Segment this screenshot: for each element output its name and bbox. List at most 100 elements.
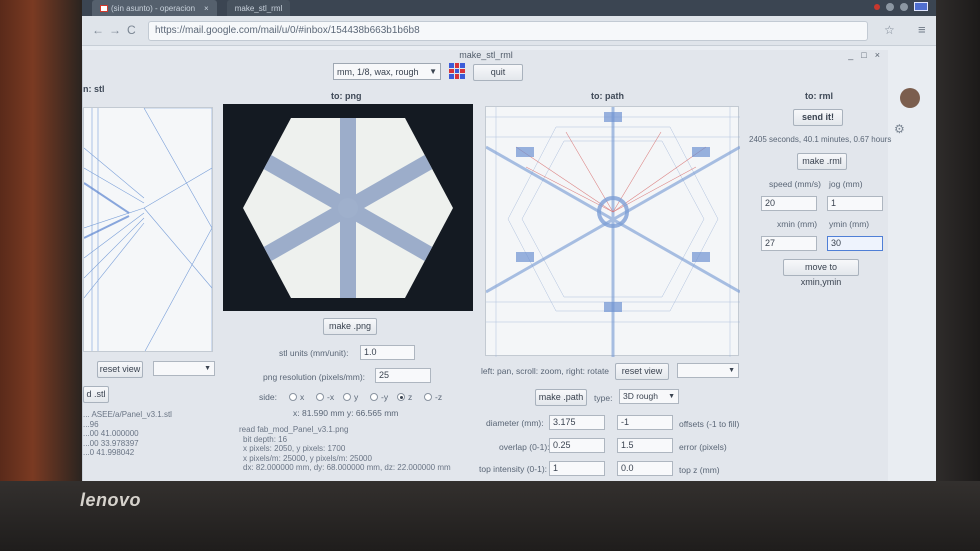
tab-label: (sin asunto) - operacion (111, 3, 196, 13)
browser-tab-app[interactable]: make_stl_rml (226, 0, 291, 16)
app-window: make_stl_rml _ □ × mm, 1/8, wax, rough ▼… (82, 50, 892, 483)
make-png-button[interactable]: make .png (323, 318, 377, 335)
side-radio-label: y (354, 392, 359, 402)
url-input[interactable]: https://mail.google.com/mail/u/0/#inbox/… (148, 21, 868, 41)
xmin-input[interactable]: 27 (761, 236, 817, 251)
tab-label: make_stl_rml (234, 3, 283, 13)
side-radio-label: -x (327, 392, 335, 402)
rml-heading: to: rml (805, 91, 833, 101)
tab-close-icon[interactable]: × (204, 4, 209, 13)
system-tray (874, 2, 928, 11)
maximize-icon[interactable]: □ (861, 50, 866, 60)
stl-view-select[interactable]: ▼ (153, 361, 215, 376)
side-radio-x[interactable] (289, 393, 297, 401)
top-intensity-label: top intensity (0-1): (479, 464, 548, 474)
grid-icon-cell (460, 68, 465, 74)
side-radio-y[interactable] (343, 393, 351, 401)
load-stl-button[interactable]: d .stl (83, 386, 109, 403)
grid-icon-cell (454, 63, 460, 68)
diameter-label: diameter (mm): (486, 418, 544, 428)
make-rml-button[interactable]: make .rml (797, 153, 847, 170)
minimize-icon[interactable]: _ (848, 50, 853, 60)
png-info: read fab_mod_Panel_v3.1.png bit depth: 1… (239, 425, 451, 473)
notification-icon[interactable] (874, 3, 880, 10)
lenovo-logo: lenovo (80, 490, 142, 510)
toolpath-viewer[interactable] (485, 106, 741, 357)
gmail-icon (100, 4, 108, 12)
offsets-label: offsets (-1 to fill) (679, 419, 740, 429)
grid-icon-cell (449, 68, 454, 74)
side-radio-label: -z (435, 392, 443, 402)
stl-viewer[interactable] (83, 107, 213, 352)
bluetooth-icon[interactable] (886, 2, 894, 11)
process-mode-value: mm, 1/8, wax, rough (337, 67, 419, 77)
window-switcher-icon[interactable] (914, 2, 928, 11)
stl-info: ... ASEE/a/Panel_v3.1.stl ...96 ...00 41… (83, 410, 172, 458)
top-intensity-input[interactable]: 1 (549, 461, 605, 476)
overlap-input[interactable]: 0.25 (549, 438, 605, 453)
path-type-select[interactable]: 3D rough ▼ (619, 389, 679, 404)
reload-icon[interactable]: C (127, 23, 136, 37)
chevron-down-icon: ▼ (668, 393, 675, 400)
overlap-label: overlap (0-1): (499, 442, 550, 452)
back-icon[interactable]: ← (92, 23, 104, 37)
send-it-button[interactable]: send it! (793, 109, 843, 126)
job-time-estimate: 2405 seconds, 40.1 minutes, 0.67 hours (749, 135, 892, 144)
cursor-readout: x: 81.590 mm y: 66.565 mm (293, 408, 399, 418)
side-label: side: (259, 392, 277, 402)
window-controls: _ □ × (848, 50, 880, 60)
browser-toolbar: ← → C https://mail.google.com/mail/u/0/#… (82, 16, 936, 46)
error-input[interactable]: 1.5 (617, 438, 673, 453)
speed-input[interactable]: 20 (761, 196, 817, 211)
color-grid-icon[interactable] (449, 63, 465, 79)
stl-units-input[interactable]: 1.0 (360, 345, 415, 360)
jog-input[interactable]: 1 (827, 196, 883, 211)
path-heading: to: path (591, 91, 624, 101)
grid-icon-cell (454, 74, 460, 79)
stl-info-line: ...00 41.000000 (83, 429, 139, 438)
os-taskbar: (sin asunto) - operacion × make_stl_rml (82, 0, 936, 16)
side-radio-z[interactable] (397, 393, 405, 401)
browser-menu-icon[interactable]: ≡ (918, 22, 926, 37)
side-radio-neg-y[interactable] (370, 393, 378, 401)
height-map-image (243, 118, 453, 298)
diameter-input[interactable]: 3.175 (549, 415, 605, 430)
type-label: type: (594, 393, 613, 403)
side-radio-label: -y (381, 392, 389, 402)
app-title: make_stl_rml (459, 50, 513, 60)
png-info-line: read fab_mod_Panel_v3.1.png (239, 425, 349, 434)
browser-tab-mail[interactable]: (sin asunto) - operacion × (92, 0, 217, 16)
side-radio-neg-x[interactable] (316, 393, 324, 401)
stl-info-line: ...0 41.998042 (83, 448, 135, 457)
gear-icon[interactable]: ⚙ (894, 122, 905, 136)
png-info-line: bit depth: 16 (243, 434, 288, 444)
close-icon[interactable]: × (875, 50, 880, 60)
ymin-label: ymin (mm) (829, 219, 870, 229)
stl-mesh-render (84, 108, 212, 351)
chevron-down-icon: ▼ (204, 365, 211, 372)
path-reset-view-button[interactable]: reset view (615, 363, 669, 380)
ymin-input[interactable]: 30 (827, 236, 883, 251)
wifi-icon[interactable] (900, 2, 908, 11)
stl-reset-view-button[interactable]: reset view (97, 361, 143, 378)
offsets-input[interactable]: -1 (617, 415, 673, 430)
side-radio-neg-z[interactable] (424, 393, 432, 401)
make-path-button[interactable]: make .path (535, 389, 587, 406)
grid-icon-cell (454, 68, 460, 74)
png-info-line: dx: 82.000000 mm, dy: 68.000000 mm, dz: … (243, 463, 451, 472)
png-info-line: x pixels: 2050, y pixels: 1700 (243, 444, 346, 453)
process-mode-select[interactable]: mm, 1/8, wax, rough ▼ (333, 63, 441, 80)
stl-units-label: stl units (mm/unit): (279, 348, 349, 358)
path-view-select[interactable]: ▼ (677, 363, 739, 378)
quit-button[interactable]: quit (473, 64, 523, 81)
png-resolution-input[interactable]: 25 (375, 368, 431, 383)
side-radio-label: x (300, 392, 305, 402)
bookmark-star-icon[interactable]: ☆ (884, 23, 895, 37)
avatar[interactable] (900, 88, 920, 108)
path-type-value: 3D rough (623, 391, 658, 401)
grid-icon-cell (449, 63, 454, 68)
top-z-input[interactable]: 0.0 (617, 461, 673, 476)
forward-icon[interactable]: → (109, 23, 121, 37)
png-preview (223, 104, 473, 311)
move-to-origin-button[interactable]: move to xmin,ymin (783, 259, 859, 287)
